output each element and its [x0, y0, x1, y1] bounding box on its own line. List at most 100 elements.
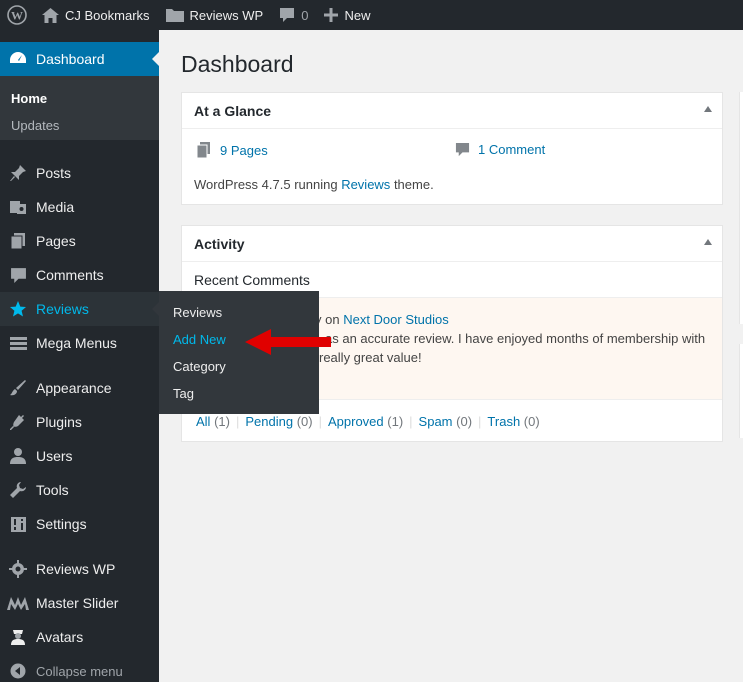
comment-count: 0 — [301, 7, 309, 23]
collapse-toggle-icon[interactable] — [704, 239, 712, 245]
sidebar-item-label: Appearance — [36, 380, 112, 396]
gear-icon — [9, 560, 27, 578]
sidebar-item-label: Users — [36, 448, 73, 464]
sidebar-item-label: Avatars — [36, 629, 84, 645]
sidebar-item-pages[interactable]: Pages — [0, 224, 159, 258]
comment-text-line: as an accurate review. I have enjoyed mo… — [325, 331, 706, 346]
new-label: New — [344, 7, 371, 23]
comment-text-line: really great value! — [319, 350, 422, 365]
widget-title: Activity — [194, 235, 245, 252]
sidebar-item-tools[interactable]: Tools — [0, 473, 159, 507]
sidebar-item-label: Settings — [36, 516, 87, 532]
plugin-link[interactable]: Reviews WP — [158, 0, 272, 30]
filter-spam[interactable]: Spam (0) — [419, 414, 472, 429]
sidebar-item-comments[interactable]: Comments — [0, 258, 159, 292]
dashboard-submenu: Home Updates — [0, 76, 159, 140]
submenu-home[interactable]: Home — [11, 91, 47, 106]
avatar-icon — [11, 630, 25, 645]
pin-icon — [10, 165, 26, 181]
svg-text:W: W — [11, 9, 23, 23]
widget-header[interactable]: At a Glance — [182, 93, 722, 129]
comment-post-link[interactable]: Next Door Studios — [343, 312, 449, 327]
wrench-icon — [10, 482, 26, 498]
sidebar-item-dashboard[interactable]: Dashboard — [0, 42, 160, 76]
comment-icon — [10, 267, 26, 283]
filter-pending[interactable]: Pending (0) — [245, 414, 312, 429]
pages-count-link[interactable]: 9 Pages — [196, 142, 268, 158]
sidebar-item-label: Dashboard — [36, 51, 105, 67]
comment-icon — [280, 8, 295, 22]
sidebar-item-appearance[interactable]: Appearance — [0, 371, 159, 405]
right-column-widget — [739, 344, 743, 438]
sidebar-item-label: Master Slider — [36, 595, 119, 611]
right-column-widget — [739, 92, 743, 324]
filter-trash[interactable]: Trash (0) — [487, 414, 539, 429]
sidebar-item-label: Media — [36, 199, 75, 215]
home-icon — [42, 7, 59, 23]
theme-suffix: theme. — [393, 177, 434, 192]
admin-bar: W CJ Bookmarks Reviews WP 0 New — [0, 0, 743, 30]
comments-count-link[interactable]: 1 Comment — [455, 142, 545, 157]
flyout-item-tag[interactable]: Tag — [173, 386, 194, 401]
new-content-link[interactable]: New — [316, 0, 378, 30]
version-info: WordPress 4.7.5 running Reviews theme. — [194, 177, 434, 192]
flyout-item-reviews[interactable]: Reviews — [173, 305, 222, 320]
sidebar-item-plugins[interactable]: Plugins — [0, 405, 159, 439]
collapse-menu-button[interactable]: Collapse menu — [0, 654, 159, 682]
plus-icon — [324, 8, 339, 22]
sidebar-item-settings[interactable]: Settings — [0, 507, 159, 541]
pages-icon — [196, 142, 210, 158]
sidebar-item-label: Comments — [36, 267, 104, 283]
sidebar-item-label: Plugins — [36, 414, 82, 430]
sidebar-item-master-slider[interactable]: Master Slider — [0, 586, 159, 620]
user-icon — [10, 448, 26, 464]
comment-filters: All (1) | Pending (0) | Approved (1) | S… — [196, 414, 540, 429]
settings-icon — [10, 516, 26, 532]
sidebar-item-label: Reviews — [36, 301, 89, 317]
filter-approved[interactable]: Approved (1) — [328, 414, 403, 429]
star-icon — [10, 301, 26, 317]
folder-icon — [165, 9, 184, 22]
active-pointer — [152, 51, 160, 67]
plug-icon — [10, 414, 26, 430]
page-title: Dashboard — [181, 51, 294, 77]
comments-link[interactable]: 0 — [271, 0, 316, 30]
sidebar-item-mega-menus[interactable]: Mega Menus — [0, 326, 159, 360]
dashboard-icon — [10, 52, 26, 63]
wordpress-logo-icon[interactable]: W — [0, 0, 34, 30]
sidebar-item-avatars[interactable]: Avatars — [0, 620, 159, 654]
flyout-item-add-new[interactable]: Add New — [173, 332, 226, 347]
site-name-label: CJ Bookmarks — [65, 7, 150, 23]
comment-icon — [455, 142, 470, 157]
brush-icon — [10, 380, 26, 396]
recent-comments-heading: Recent Comments — [194, 272, 310, 288]
theme-link[interactable]: Reviews — [341, 177, 390, 192]
widget-title: At a Glance — [194, 102, 272, 119]
filter-all[interactable]: All (1) — [196, 414, 230, 429]
sidebar-item-reviews-wp[interactable]: Reviews WP — [0, 552, 159, 586]
menu-icon — [9, 336, 27, 350]
collapse-label: Collapse menu — [36, 663, 123, 679]
site-name-link[interactable]: CJ Bookmarks — [34, 0, 158, 30]
flyout-item-category[interactable]: Category — [173, 359, 226, 374]
sidebar-item-users[interactable]: Users — [0, 439, 159, 473]
annotation-arrow-icon — [245, 329, 331, 355]
pages-icon — [10, 233, 25, 250]
media-icon — [10, 201, 26, 214]
sidebar-item-label: Reviews WP — [36, 561, 116, 577]
slider-icon — [7, 597, 29, 610]
admin-sidebar: Dashboard Home Updates Posts Media Pages… — [0, 30, 160, 682]
sidebar-item-media[interactable]: Media — [0, 190, 159, 224]
sidebar-item-posts[interactable]: Posts — [0, 156, 159, 190]
sidebar-item-reviews[interactable]: Reviews — [0, 292, 160, 326]
widget-header[interactable]: Activity — [182, 226, 722, 262]
sidebar-item-label: Posts — [36, 165, 72, 181]
comments-count: 1 Comment — [478, 142, 546, 157]
pages-count: 9 Pages — [220, 142, 268, 158]
collapse-toggle-icon[interactable] — [704, 106, 712, 112]
submenu-updates[interactable]: Updates — [11, 118, 59, 133]
sidebar-item-label: Pages — [36, 233, 76, 249]
collapse-icon — [10, 663, 26, 679]
at-a-glance-widget: At a Glance 9 Pages 1 Comment WordPress … — [181, 92, 723, 205]
sidebar-item-label: Mega Menus — [36, 335, 117, 351]
